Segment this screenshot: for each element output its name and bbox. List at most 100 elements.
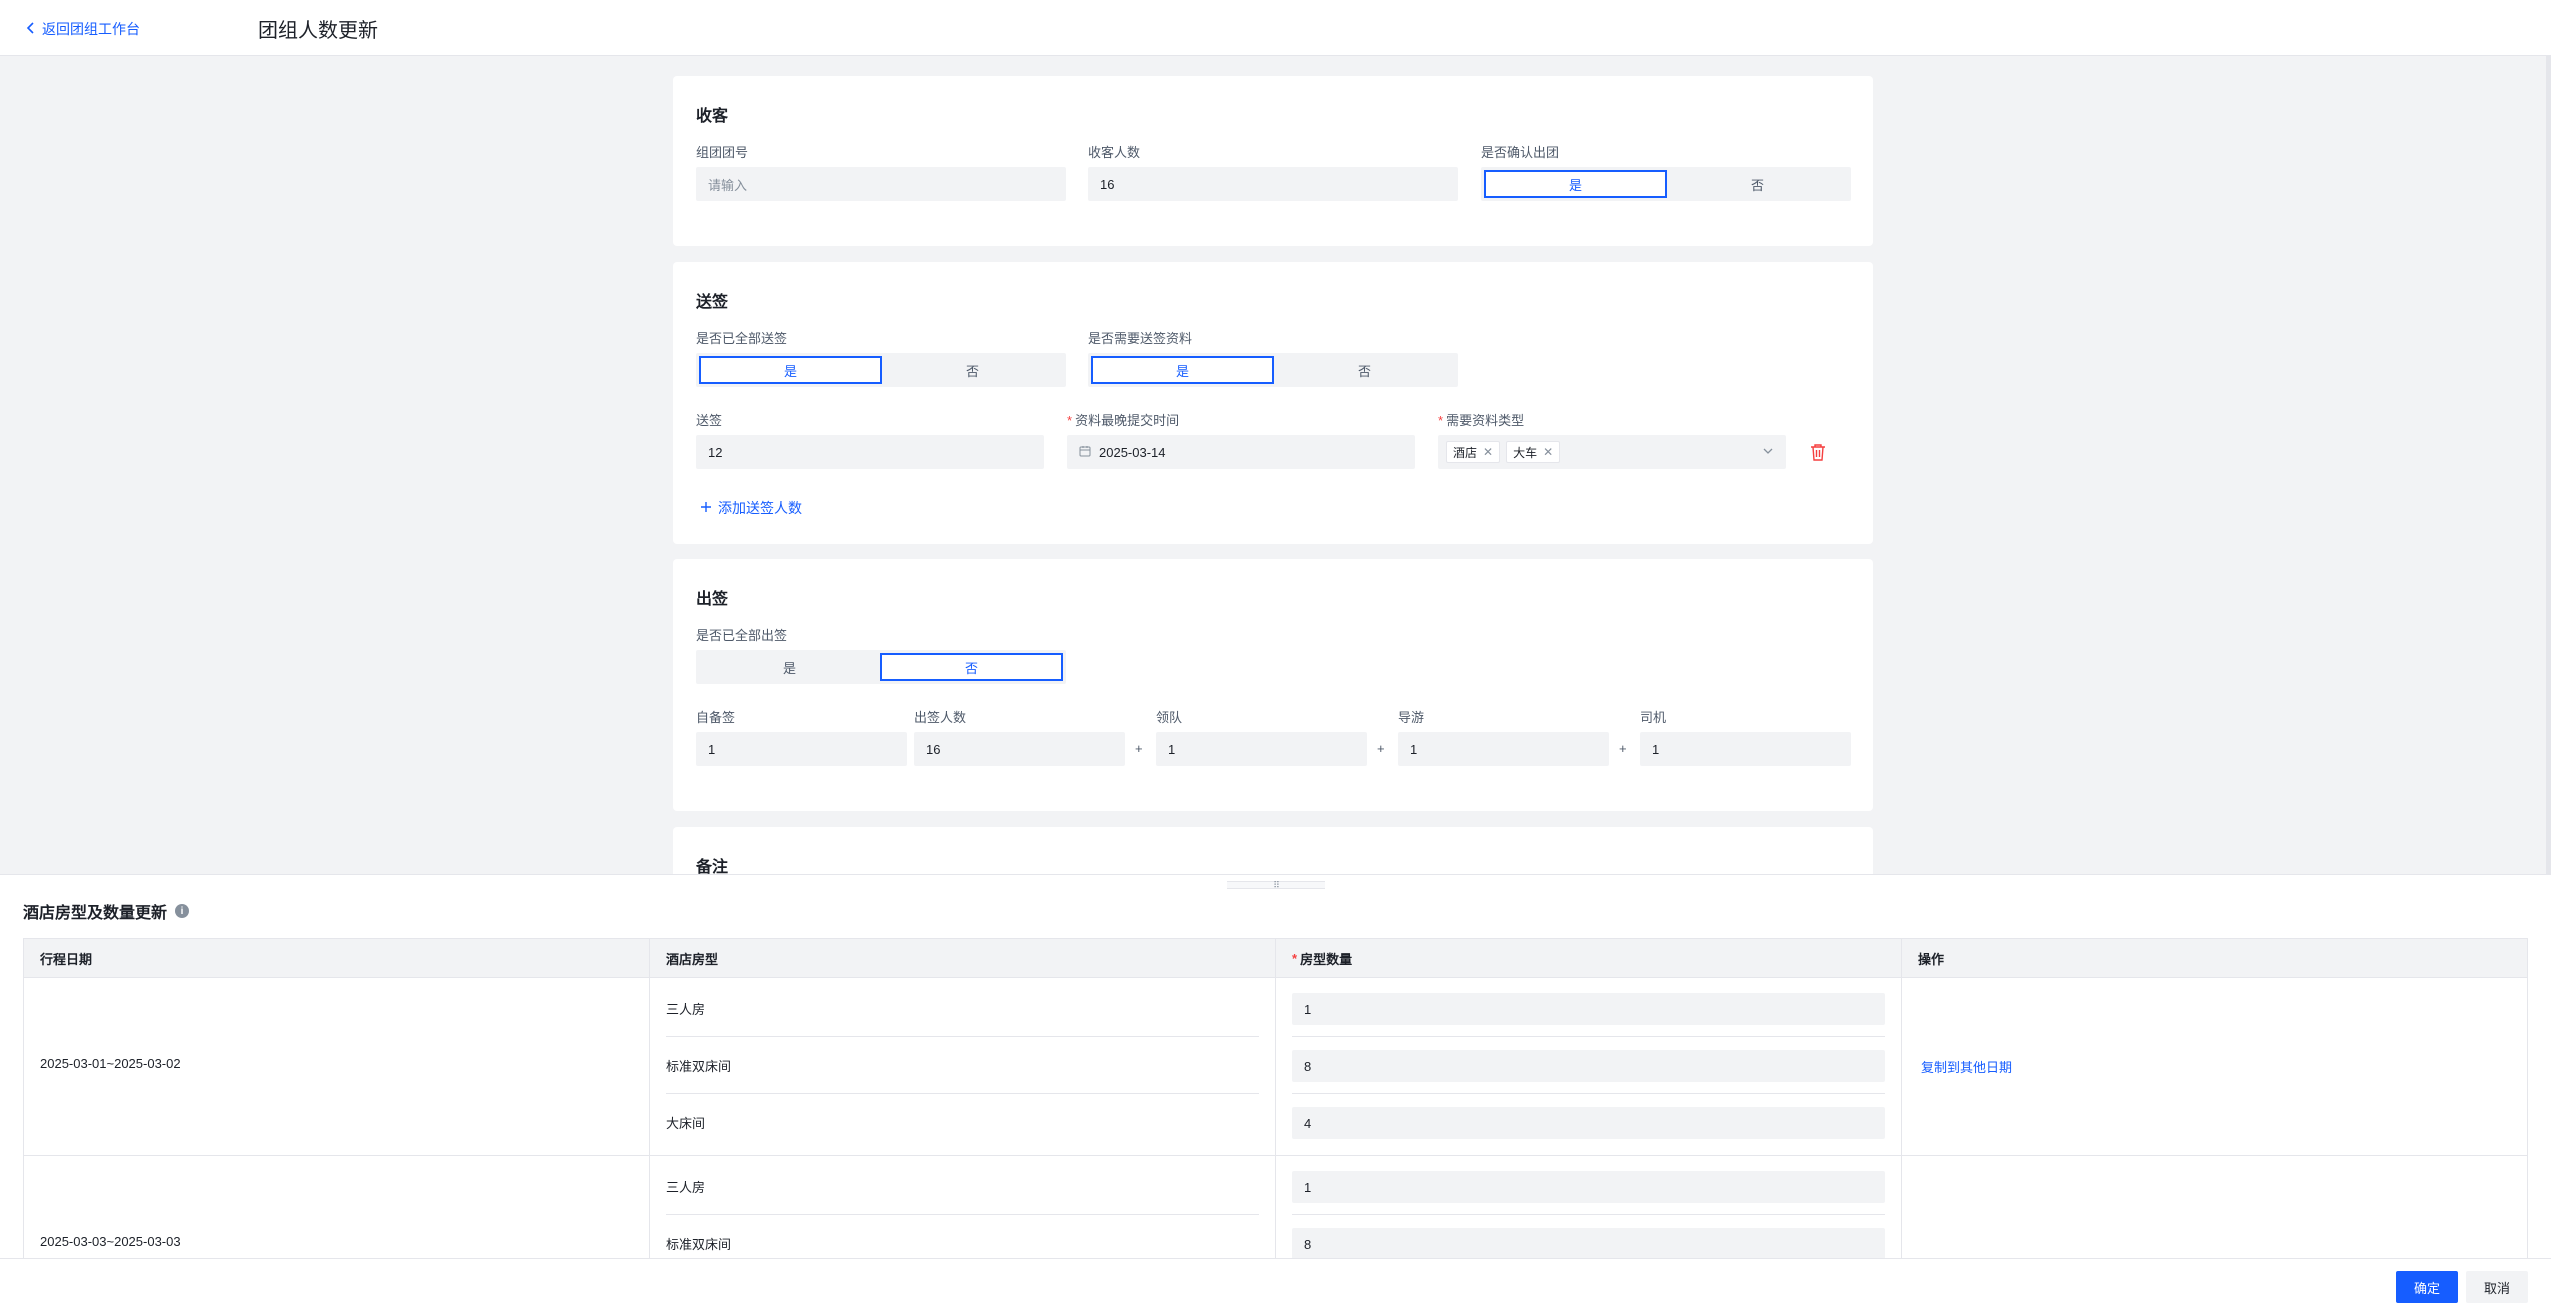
guide-label: 导游 <box>1398 710 1425 725</box>
top-bar: 返回团组工作台 团组人数更新 <box>0 0 2551 56</box>
remark-card: 备注 <box>673 827 1873 874</box>
need-docs-yes[interactable]: 是 <box>1091 356 1274 384</box>
room-type: 大床间 <box>666 1116 706 1131</box>
confirm-button[interactable]: 确定 <box>2396 1271 2458 1303</box>
chevron-left-icon <box>26 21 36 37</box>
self-visa-label: 自备签 <box>696 710 736 725</box>
guide-input[interactable]: 1 <box>1398 732 1609 766</box>
sub-row-divider <box>1292 1093 1885 1094</box>
confirm-departure-no[interactable]: 否 <box>1667 170 1848 198</box>
confirm-departure-toggle: 是 否 <box>1481 167 1851 201</box>
deadline-label: * 资料最晚提交时间 <box>1067 413 1180 428</box>
all-issued-label: 是否已全部出签 <box>696 628 788 643</box>
row-date: 2025-03-01~2025-03-02 <box>40 1056 181 1071</box>
room-qty-input[interactable]: 1 <box>1292 1171 1885 1203</box>
column-header-action: 操作 <box>1918 951 1945 967</box>
room-type: 标准双床间 <box>666 1237 732 1252</box>
group-no-input[interactable]: 请输入 <box>696 167 1066 201</box>
sub-row-divider <box>666 1214 1259 1215</box>
info-icon[interactable]: i <box>175 904 190 918</box>
copy-to-other-dates-link[interactable]: 复制到其他日期 <box>1921 1057 2012 1076</box>
hotel-room-drawer: ⠿ 酒店房型及数量更新 i 行程日期 酒店房型 * 房型数量 操作 2025-03… <box>0 874 2551 1259</box>
driver-input[interactable]: 1 <box>1640 732 1851 766</box>
room-type: 三人房 <box>666 1002 706 1017</box>
drag-handle-icon[interactable]: ⠿ <box>1227 880 1325 890</box>
driver-label: 司机 <box>1640 710 1667 725</box>
row-divider <box>24 977 2527 978</box>
receive-card: 收客 组团团号 请输入 收客人数 16 是否确认出团 是 否 <box>673 76 1873 246</box>
trash-icon[interactable] <box>1810 443 1826 464</box>
remark-section-title: 备注 <box>696 859 729 874</box>
all-sent-yes[interactable]: 是 <box>699 356 882 384</box>
hotel-room-table: 行程日期 酒店房型 * 房型数量 操作 2025-03-01~2025-03-02… <box>23 938 2528 1259</box>
column-header-room-qty: * 房型数量 <box>1292 950 1353 967</box>
all-sent-label: 是否已全部送签 <box>696 331 788 346</box>
room-qty-input[interactable]: 1 <box>1292 993 1885 1025</box>
page-title: 团组人数更新 <box>258 20 378 42</box>
doc-type-label: * 需要资料类型 <box>1438 413 1525 428</box>
issued-count-input[interactable]: 16 <box>914 732 1125 766</box>
room-qty-input[interactable]: 4 <box>1292 1107 1885 1139</box>
self-visa-input[interactable]: 1 <box>696 732 907 766</box>
guest-count-label: 收客人数 <box>1088 145 1141 160</box>
column-divider <box>1901 939 1902 1258</box>
close-icon[interactable]: ✕ <box>1483 445 1493 459</box>
calendar-icon <box>1079 445 1091 460</box>
issue-visa-card: 出签 是否已全部出签 是 否 自备签 1 出签人数 16 + 领队 1 + 导游… <box>673 559 1873 811</box>
chevron-down-icon <box>1762 445 1774 460</box>
all-issued-yes[interactable]: 是 <box>699 653 880 681</box>
visa-count-label: 送签 <box>696 413 723 428</box>
doc-type-tag: 大车 ✕ <box>1506 441 1561 463</box>
deadline-value: 2025-03-14 <box>1099 444 1166 460</box>
doc-type-select[interactable]: 酒店 ✕ 大车 ✕ <box>1438 435 1786 469</box>
submit-visa-section-title: 送签 <box>696 294 729 311</box>
footer-bar: 确定 取消 <box>0 1258 2551 1314</box>
room-qty-input[interactable]: 8 <box>1292 1228 1885 1258</box>
room-type: 三人房 <box>666 1180 706 1195</box>
doc-type-tag: 酒店 ✕ <box>1446 441 1501 463</box>
plus-separator: + <box>1377 741 1385 756</box>
row-divider <box>24 1155 2527 1156</box>
row-date: 2025-03-03~2025-03-03 <box>40 1234 181 1249</box>
deadline-date-picker[interactable]: 2025-03-14 <box>1067 435 1415 469</box>
scrollbar[interactable] <box>2546 56 2551 874</box>
issue-visa-section-title: 出签 <box>696 591 729 608</box>
guest-count-input[interactable]: 16 <box>1088 167 1458 201</box>
sub-row-divider <box>666 1036 1259 1037</box>
issued-count-label: 出签人数 <box>914 710 967 725</box>
need-docs-toggle: 是 否 <box>1088 353 1458 387</box>
all-issued-toggle: 是 否 <box>696 650 1066 684</box>
receive-section-title: 收客 <box>696 108 729 125</box>
column-divider <box>1275 939 1276 1258</box>
group-no-label: 组团团号 <box>696 145 749 160</box>
submit-visa-card: 送签 是否已全部送签 是 否 是否需要送签资料 是 否 送签 12 * 资料最晚提… <box>673 262 1873 544</box>
visa-count-input[interactable]: 12 <box>696 435 1044 469</box>
plus-icon <box>700 500 712 516</box>
form-scroll-area[interactable]: 收客 组团团号 请输入 收客人数 16 是否确认出团 是 否 送签 是否已全部送… <box>0 56 2551 874</box>
leader-label: 领队 <box>1156 710 1183 725</box>
plus-separator: + <box>1135 741 1143 756</box>
drawer-title: 酒店房型及数量更新 i <box>23 899 190 923</box>
column-header-room-type: 酒店房型 <box>666 951 719 967</box>
back-to-workbench-link[interactable]: 返回团组工作台 <box>26 19 140 39</box>
column-divider <box>649 939 650 1258</box>
need-docs-label: 是否需要送签资料 <box>1088 331 1193 346</box>
confirm-departure-label: 是否确认出团 <box>1481 145 1560 160</box>
plus-separator: + <box>1619 741 1627 756</box>
room-type: 标准双床间 <box>666 1059 732 1074</box>
confirm-departure-yes[interactable]: 是 <box>1484 170 1667 198</box>
all-sent-toggle: 是 否 <box>696 353 1066 387</box>
leader-input[interactable]: 1 <box>1156 732 1367 766</box>
sub-row-divider <box>1292 1214 1885 1215</box>
room-qty-input[interactable]: 8 <box>1292 1050 1885 1082</box>
need-docs-no[interactable]: 否 <box>1274 356 1455 384</box>
back-link-label: 返回团组工作台 <box>42 21 140 37</box>
cancel-button[interactable]: 取消 <box>2466 1271 2528 1303</box>
all-sent-no[interactable]: 否 <box>882 356 1063 384</box>
sub-row-divider <box>1292 1036 1885 1037</box>
sub-row-divider <box>666 1093 1259 1094</box>
column-header-date: 行程日期 <box>40 951 93 967</box>
all-issued-no[interactable]: 否 <box>880 653 1063 681</box>
close-icon[interactable]: ✕ <box>1543 445 1553 459</box>
add-visa-count-link[interactable]: 添加送签人数 <box>700 498 802 518</box>
